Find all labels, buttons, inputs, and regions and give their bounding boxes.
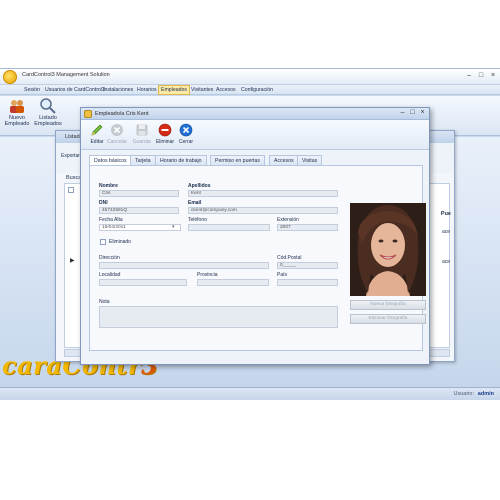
pais-field[interactable]: [277, 279, 338, 286]
menu-horarios[interactable]: Horarios: [135, 86, 159, 94]
menubar: Sesión Usuarios de CardControl3 Instalac…: [0, 85, 500, 95]
nombre-label: Nombre: [99, 183, 118, 189]
menu-configuracion[interactable]: Configuración: [239, 86, 275, 94]
eliminado-checkbox[interactable]: [100, 239, 106, 245]
pais-label: País: [277, 272, 288, 278]
provincia-label: Provincia: [197, 272, 218, 278]
grid-cell: ace: [441, 259, 450, 265]
maximize-icon[interactable]: □: [476, 72, 486, 80]
dialog-footer: [81, 354, 429, 364]
eliminado-label: Eliminado: [109, 239, 131, 245]
tab-tarjeta[interactable]: Tarjeta: [130, 155, 156, 165]
list-employees-button[interactable]: Listado Empleados: [33, 98, 63, 134]
email-label: Email: [188, 200, 202, 206]
tab-permiso-puertas[interactable]: Permiso en puertas: [210, 155, 265, 165]
search-icon: [40, 98, 56, 114]
close-icon: [179, 123, 193, 137]
edit-icon: [91, 124, 103, 136]
menu-sesion[interactable]: Sesión: [22, 86, 42, 94]
dialog-close-icon[interactable]: ×: [418, 109, 427, 116]
telefono-field[interactable]: [188, 224, 270, 231]
minimize-icon[interactable]: –: [464, 72, 474, 80]
app-title: CardControl3 Management Solution: [22, 72, 110, 78]
nota-label: Nota: [99, 299, 110, 305]
tab-visitas[interactable]: Visitas: [297, 155, 323, 165]
status-user-label: Usuario:: [453, 391, 474, 397]
grid-cell: ace: [441, 229, 450, 235]
screen: CardControl3 Management Solution – □ × S…: [0, 0, 500, 500]
close-button[interactable]: Cerrar: [175, 123, 197, 145]
employee-portrait-image: [350, 203, 426, 296]
basic-data-panel: Nombre Cris Apellidos Kent DNI 45742591Q…: [89, 165, 426, 351]
dialog-minimize-icon[interactable]: –: [398, 109, 407, 116]
delete-button[interactable]: Eliminar: [154, 123, 176, 145]
delete-icon: [158, 123, 172, 137]
nota-field[interactable]: [99, 306, 338, 328]
menu-accesos[interactable]: Accesos: [214, 86, 238, 94]
save-icon: [136, 124, 148, 136]
menu-visitantes[interactable]: Visitantes: [189, 86, 215, 94]
dni-field[interactable]: 45742591Q: [99, 207, 179, 214]
save-button[interactable]: Guardar: [131, 123, 153, 145]
direccion-field[interactable]: [99, 262, 269, 269]
dialog-titlebar: Empleado/a Cris Kent – □ ×: [81, 108, 429, 120]
direccion-label: Dirección: [99, 255, 120, 261]
cancel-icon: [111, 124, 123, 136]
delete-photo-button[interactable]: Eliminar fotografía: [350, 314, 426, 324]
dni-label: DNI: [99, 200, 108, 206]
new-photo-button[interactable]: Nueva fotografía: [350, 300, 426, 310]
new-employee-icon: [10, 100, 24, 113]
cod-postal-label: Cód.Postal: [277, 255, 302, 261]
fecha-alta-label: Fecha Alta: [99, 217, 123, 223]
apellidos-field[interactable]: Kent: [188, 190, 338, 197]
app-titlebar: CardControl3 Management Solution – □ ×: [0, 69, 500, 85]
provincia-field[interactable]: [197, 279, 269, 286]
fecha-alta-field[interactable]: 15/04/2011: [99, 224, 181, 231]
window-close-icon[interactable]: ×: [488, 72, 498, 80]
menu-usuarios[interactable]: Usuarios de CardControl3: [43, 86, 107, 94]
list-employees-label: Listado Empleados: [34, 115, 62, 127]
new-employee-button[interactable]: Nuevo Empleado: [2, 98, 32, 134]
dialog-maximize-icon[interactable]: □: [408, 109, 417, 116]
calendar-icon[interactable]: ▾: [172, 224, 175, 230]
menu-empleados[interactable]: Empleados: [158, 85, 190, 95]
edit-button[interactable]: Editar: [86, 123, 108, 145]
employee-photo: [350, 203, 426, 296]
nombre-field[interactable]: Cris: [99, 190, 179, 197]
cod-postal-field[interactable]: 0_____: [277, 262, 338, 269]
cancel-button[interactable]: Cancelar: [106, 123, 128, 145]
employee-dialog: Empleado/a Cris Kent – □ × Editar Cancel…: [80, 107, 430, 365]
telefono-label: Teléfono: [188, 217, 207, 223]
grid-column-header[interactable]: Pue: [441, 211, 451, 217]
tab-horario[interactable]: Horario de trabajo: [155, 155, 207, 165]
localidad-label: Localidad: [99, 272, 121, 278]
app-logo-icon: [3, 70, 17, 84]
extension-field[interactable]: 2007: [277, 224, 338, 231]
dialog-toolbar: Editar Cancelar Guardar Eliminar Cerrar: [81, 120, 429, 150]
status-user: admin: [477, 391, 494, 397]
dialog-title: Empleado/a Cris Kent: [95, 111, 149, 117]
grid-select-all-checkbox[interactable]: [68, 187, 74, 193]
employee-icon: [84, 110, 92, 118]
menu-instalaciones[interactable]: Instalaciones: [101, 86, 135, 94]
apellidos-label: Apellidos: [188, 183, 211, 189]
extension-label: Extensión: [277, 217, 299, 223]
status-bar: Usuario: admin: [0, 387, 500, 400]
tab-accesos[interactable]: Accesos: [269, 155, 299, 165]
email-field[interactable]: ckent@company.com: [188, 207, 338, 214]
localidad-field[interactable]: [99, 279, 187, 286]
dialog-tabs: Datos básicos Tarjeta Horario de trabajo…: [89, 155, 423, 166]
row-selector-icon: ▶: [70, 258, 75, 264]
new-employee-label: Nuevo Empleado: [4, 115, 30, 127]
